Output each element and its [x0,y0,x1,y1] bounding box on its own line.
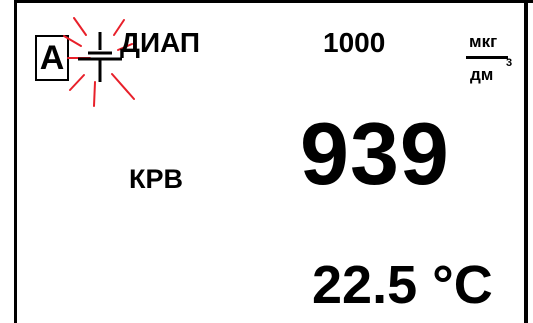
blink-ray [63,35,82,47]
display-frame-top [14,0,533,3]
range-label: ДИАП [120,27,201,58]
blink-ray [93,81,96,107]
blink-ray [73,17,87,36]
display-frame-right [524,0,528,323]
parameter-label: КРВ [129,164,183,194]
unit-fraction-line [466,56,508,59]
temperature-reading: 22.5 °С [312,255,493,315]
instrument-display: A ДИАП 1000 мкг дм 3 КРВ 939 22.5 °С [0,0,533,323]
unit-denominator: дм [470,65,494,84]
blink-ray [69,74,85,91]
unit-numerator: мкг [469,32,498,51]
range-value: 1000 [323,27,386,58]
blink-ray [111,73,135,100]
unit-exponent: 3 [506,57,513,69]
main-reading: 939 [300,104,450,203]
display-frame-left [14,0,17,323]
